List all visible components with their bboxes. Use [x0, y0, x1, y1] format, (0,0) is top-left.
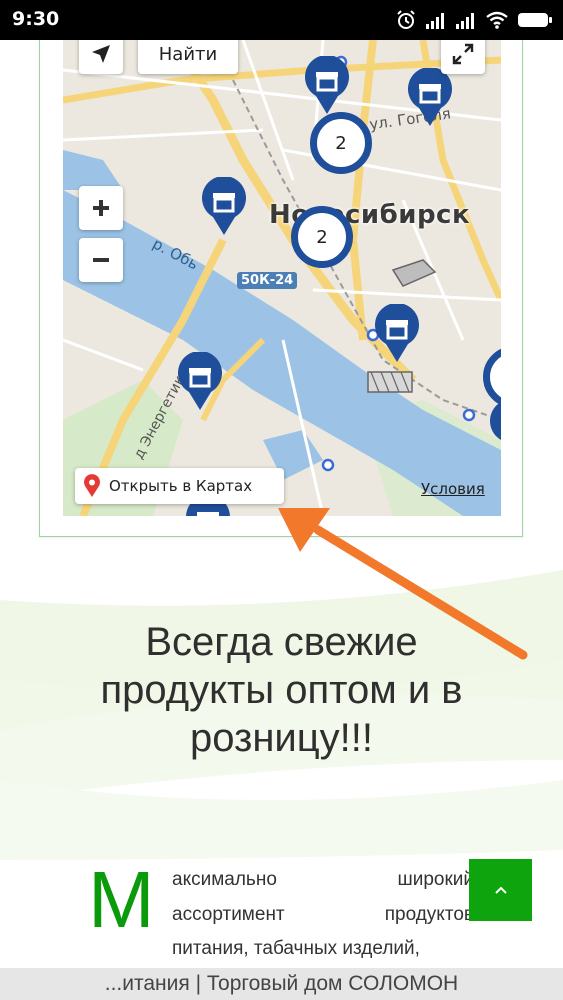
map-card: ул. Гоголя р. Обь 50К-24 д Энергетиков Н… [39, 40, 523, 537]
battery-icon [518, 13, 552, 27]
expand-icon [452, 43, 474, 65]
headline-line: продукты оптом и в [100, 668, 463, 712]
store-pin[interactable] [302, 56, 352, 116]
store-cluster[interactable]: 2 [291, 206, 353, 268]
dropcap-letter: М [88, 855, 155, 944]
store-pin[interactable] [175, 352, 225, 412]
map-pin-icon [84, 474, 100, 497]
page-title: ...итания | Торговый дом СОЛОМОН [104, 972, 459, 995]
store-cluster[interactable]: 2 [310, 112, 372, 174]
headline-line: розницу!!! [189, 716, 374, 760]
alarm-icon [397, 10, 415, 29]
web-page: ул. Гоголя р. Обь 50К-24 д Энергетиков Н… [0, 40, 563, 968]
find-button[interactable]: Найти [138, 40, 238, 74]
chevron-up-icon [494, 886, 507, 894]
plus-icon [93, 200, 109, 216]
store-pin[interactable] [199, 177, 249, 237]
paragraph-line: аксимально широкий [172, 869, 474, 891]
zoom-out-button[interactable] [79, 238, 123, 282]
bridge-landmark [367, 371, 413, 393]
headline-line: Всегда свежие [145, 620, 418, 664]
paragraph-word: ассортимент [172, 904, 285, 925]
status-bar: 9:30 [0, 0, 563, 40]
store-pin[interactable] [372, 304, 422, 364]
map-widget[interactable]: ул. Гоголя р. Обь 50К-24 д Энергетиков Н… [63, 40, 501, 516]
locate-button[interactable] [79, 40, 123, 74]
terms-link[interactable]: Условия [421, 480, 485, 498]
road-badge: 50К-24 [237, 272, 298, 289]
paragraph-word: продуктов [384, 904, 474, 925]
wifi-icon [486, 11, 508, 29]
paragraph-line: ассортимент продуктов [172, 904, 474, 926]
paragraph-word: широкий [397, 869, 474, 890]
status-time: 9:30 [12, 8, 60, 30]
store-pin[interactable] [405, 68, 455, 128]
open-in-maps-label: Открыть в Картах [109, 477, 253, 495]
store-pin[interactable] [487, 400, 501, 460]
signal-icon [456, 13, 474, 29]
zoom-in-button[interactable] [79, 186, 123, 230]
cluster-count: 2 [316, 226, 328, 248]
navigation-arrow-icon [92, 45, 110, 63]
open-in-maps-button[interactable]: Открыть в Картах [75, 468, 284, 504]
fullscreen-button[interactable] [441, 40, 485, 74]
paragraph-line: питания, табачных изделий, [172, 938, 474, 960]
browser-title-bar[interactable]: ...итания | Торговый дом СОЛОМОН [0, 968, 563, 1000]
signal-icon [426, 13, 444, 29]
minus-icon [93, 258, 109, 262]
paragraph-word: аксимально [172, 869, 277, 890]
paragraph-word: питания, табачных изделий, [172, 938, 420, 959]
cluster-count: 2 [335, 132, 347, 154]
headline: Всегда свежие продукты оптом и в розницу… [30, 618, 533, 762]
status-icons [395, 9, 553, 31]
scroll-to-top-button[interactable] [469, 859, 532, 921]
